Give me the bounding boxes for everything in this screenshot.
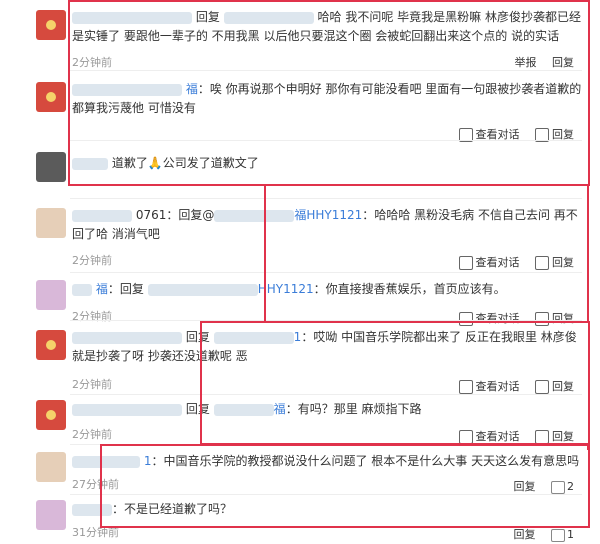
highlight-box-3 bbox=[100, 444, 590, 528]
highlight-box-1 bbox=[68, 0, 590, 186]
reply-link[interactable]: 回复 bbox=[514, 528, 536, 541]
connector-line bbox=[587, 185, 589, 323]
avatar[interactable] bbox=[36, 452, 66, 482]
highlight-box-2 bbox=[200, 321, 590, 445]
avatar[interactable] bbox=[36, 500, 66, 530]
view-conversation-link[interactable]: 查看对话 bbox=[458, 256, 520, 270]
comment-actions: 回复 1 bbox=[502, 526, 574, 542]
timestamp: 2分钟前 bbox=[72, 378, 112, 391]
thumbs-up-icon bbox=[551, 528, 565, 542]
like-button[interactable]: 1 bbox=[551, 528, 574, 542]
avatar[interactable] bbox=[36, 280, 66, 310]
timestamp: 2分钟前 bbox=[72, 428, 112, 441]
comment-text: 0761：回复@ 福HHY1121：哈哈哈 黑粉没毛病 不信自己去问 再不回了哈 … bbox=[72, 208, 578, 241]
timestamp: 2分钟前 bbox=[72, 254, 112, 267]
comment-actions: 查看对话 回复 bbox=[447, 254, 574, 270]
comment-text: 福：回复 HHY1121：你直接搜香蕉娱乐，首页应该有。 bbox=[72, 280, 582, 299]
avatar[interactable] bbox=[36, 330, 66, 360]
avatar[interactable] bbox=[36, 208, 66, 238]
timestamp: 2分钟前 bbox=[72, 310, 112, 323]
avatar[interactable] bbox=[36, 400, 66, 430]
avatar[interactable] bbox=[36, 152, 66, 182]
avatar[interactable] bbox=[36, 82, 66, 112]
connector-line bbox=[264, 185, 266, 323]
reply-link[interactable]: 回复 bbox=[535, 256, 574, 270]
avatar[interactable] bbox=[36, 10, 66, 40]
